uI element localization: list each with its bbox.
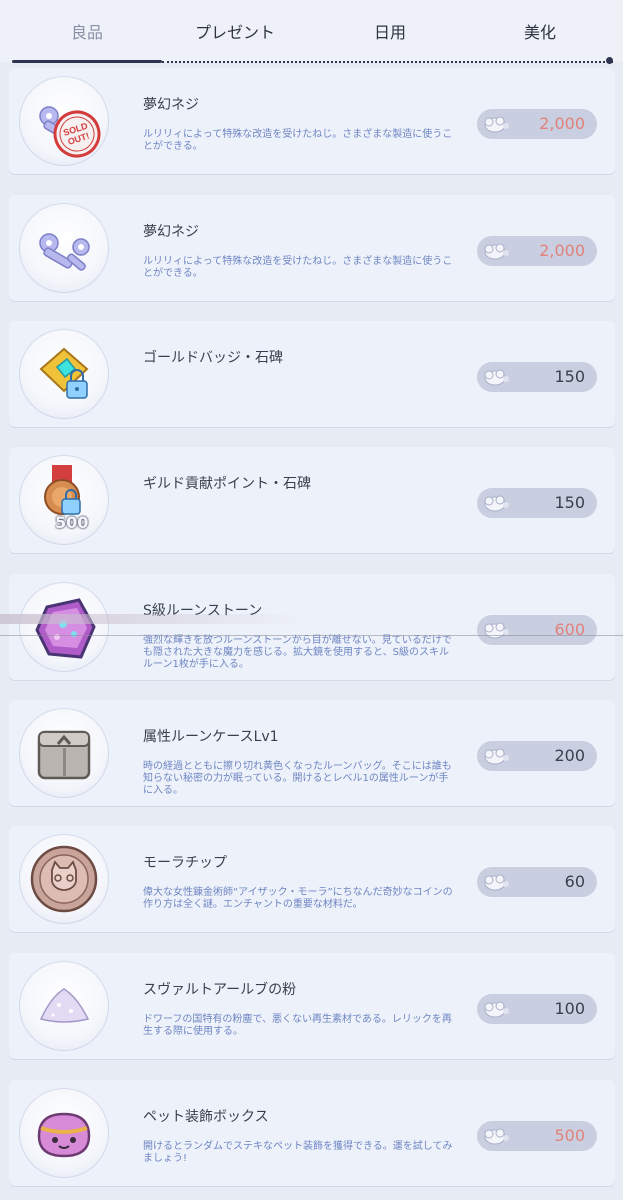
shop-item-card[interactable]: 500 ギルド貢献ポイント・石碑 150	[9, 447, 615, 553]
screen-glitch-bar	[0, 614, 300, 624]
item-icon-frame: 500	[19, 455, 109, 545]
price-value: 200	[554, 746, 585, 765]
item-name: 属性ルーンケースLv1	[143, 729, 279, 745]
price-value: 150	[554, 493, 585, 512]
currency-sheep-icon	[484, 1128, 509, 1145]
shop-item-card[interactable]: 属性ルーンケースLv1 時の経過とともに擦り切れ黄色くなったルーンバッグ。そこに…	[9, 700, 615, 806]
currency-sheep-icon	[484, 874, 509, 891]
currency-sheep-icon	[484, 116, 509, 133]
sold-out-stamp: SOLD OUT!	[53, 110, 101, 158]
price-button[interactable]: 500	[477, 1121, 597, 1151]
screen-glitch-line	[0, 635, 623, 636]
tab-divider-end-dot	[606, 57, 613, 64]
price-button[interactable]: 2,000	[477, 109, 597, 139]
price-button[interactable]: 200	[477, 741, 597, 771]
item-icon-frame	[19, 961, 109, 1051]
item-name: ギルド貢献ポイント・石碑	[143, 476, 311, 492]
price-value: 150	[554, 367, 585, 386]
shop-item-card[interactable]: ペット装飾ボックス 開けるとランダムでステキなペット装飾を獲得できる。運を試して…	[9, 1080, 615, 1186]
currency-sheep-icon	[484, 622, 509, 639]
price-value: 100	[554, 999, 585, 1018]
item-icon-frame	[19, 203, 109, 293]
item-description: ドワーフの国特有の粉塵で、悪くない再生素材である。レリックを再生する際に使用する…	[143, 1014, 452, 1037]
item-name: ペット装飾ボックス	[143, 1109, 269, 1125]
mora-chip-icon	[30, 845, 98, 913]
rune-case-icon	[37, 730, 91, 780]
item-name: スヴァルトアールブの粉	[143, 982, 297, 998]
screw-icon	[39, 233, 90, 271]
shop-item-card[interactable]: SOLD OUT! 夢幻ネジ ルリリィによって特殊な改造を受けたねじ。さまざまな…	[9, 68, 615, 174]
item-icon-frame	[19, 708, 109, 798]
price-value: 60	[564, 872, 585, 891]
price-button[interactable]: 150	[477, 362, 597, 392]
currency-sheep-icon	[484, 495, 509, 512]
pet-box-icon	[37, 1112, 91, 1158]
tab-beauty[interactable]: 美化	[495, 16, 585, 50]
price-button[interactable]: 2,000	[477, 236, 597, 266]
tab-goods[interactable]: 良品	[24, 16, 150, 50]
gold-badge-lock-icon	[39, 347, 89, 399]
currency-sheep-icon	[484, 1001, 509, 1018]
shop-item-card[interactable]: ゴールドバッジ・石碑 150	[9, 321, 615, 427]
item-icon-frame	[19, 329, 109, 419]
price-button[interactable]: 150	[477, 488, 597, 518]
powder-icon	[39, 988, 90, 1023]
shop-item-card[interactable]: スヴァルトアールブの粉 ドワーフの国特有の粉塵で、悪くない再生素材である。レリッ…	[9, 953, 615, 1059]
active-tab-indicator	[12, 60, 162, 63]
category-tab-bar: 良品 プレゼント 日用 美化	[0, 0, 623, 64]
currency-sheep-icon	[484, 748, 509, 765]
item-description: 偉大な女性錬金術師“アイザック・モーラ”にちなんだ奇妙なコインの作り方は全く謎。…	[143, 887, 453, 910]
item-description: 開けるとランダムでステキなペット装飾を獲得できる。運を試してみましょう!	[143, 1141, 453, 1164]
price-button[interactable]: 600	[477, 615, 597, 645]
rune-stone-icon	[35, 598, 96, 659]
item-name: ゴールドバッジ・石碑	[143, 350, 283, 366]
price-value: 600	[554, 620, 585, 639]
item-name: 夢幻ネジ	[143, 224, 199, 240]
item-description: ルリリィによって特殊な改造を受けたねじ。さまざまな製造に使うことができる。	[143, 129, 453, 152]
tab-daily[interactable]: 日用	[345, 16, 435, 50]
item-name: 夢幻ネジ	[143, 97, 199, 113]
item-icon-frame	[19, 834, 109, 924]
item-icon-frame	[19, 582, 109, 672]
price-value: 2,000	[539, 241, 585, 260]
price-button[interactable]: 60	[477, 867, 597, 897]
currency-sheep-icon	[484, 243, 509, 260]
price-button[interactable]: 100	[477, 994, 597, 1024]
shop-item-card[interactable]: モーラチップ 偉大な女性錬金術師“アイザック・モーラ”にちなんだ奇妙なコインの作…	[9, 826, 615, 932]
shop-item-card[interactable]: S級ルーンストーン 強烈な輝きを放つルーンストーンから目が離せない。見ているだけ…	[9, 574, 615, 680]
item-name: モーラチップ	[143, 855, 227, 871]
currency-sheep-icon	[484, 369, 509, 386]
item-count-label: 500	[55, 513, 89, 532]
shop-item-card[interactable]: 夢幻ネジ ルリリィによって特殊な改造を受けたねじ。さまざまな製造に使うことができ…	[9, 195, 615, 301]
item-icon-frame	[19, 1088, 109, 1178]
item-description: 時の経過とともに擦り切れ黄色くなったルーンバッグ。そこには誰も知らない秘密の力が…	[143, 761, 452, 796]
item-description: 強烈な輝きを放つルーンストーンから目が離せない。見ているだけでも隠された大きな魔…	[143, 635, 452, 670]
item-icon-frame: SOLD OUT!	[19, 76, 109, 166]
price-value: 2,000	[539, 114, 585, 133]
tab-present[interactable]: プレゼント	[180, 16, 290, 50]
item-description: ルリリィによって特殊な改造を受けたねじ。さまざまな製造に使うことができる。	[143, 256, 453, 279]
price-value: 500	[554, 1126, 585, 1145]
tab-divider	[162, 61, 613, 63]
